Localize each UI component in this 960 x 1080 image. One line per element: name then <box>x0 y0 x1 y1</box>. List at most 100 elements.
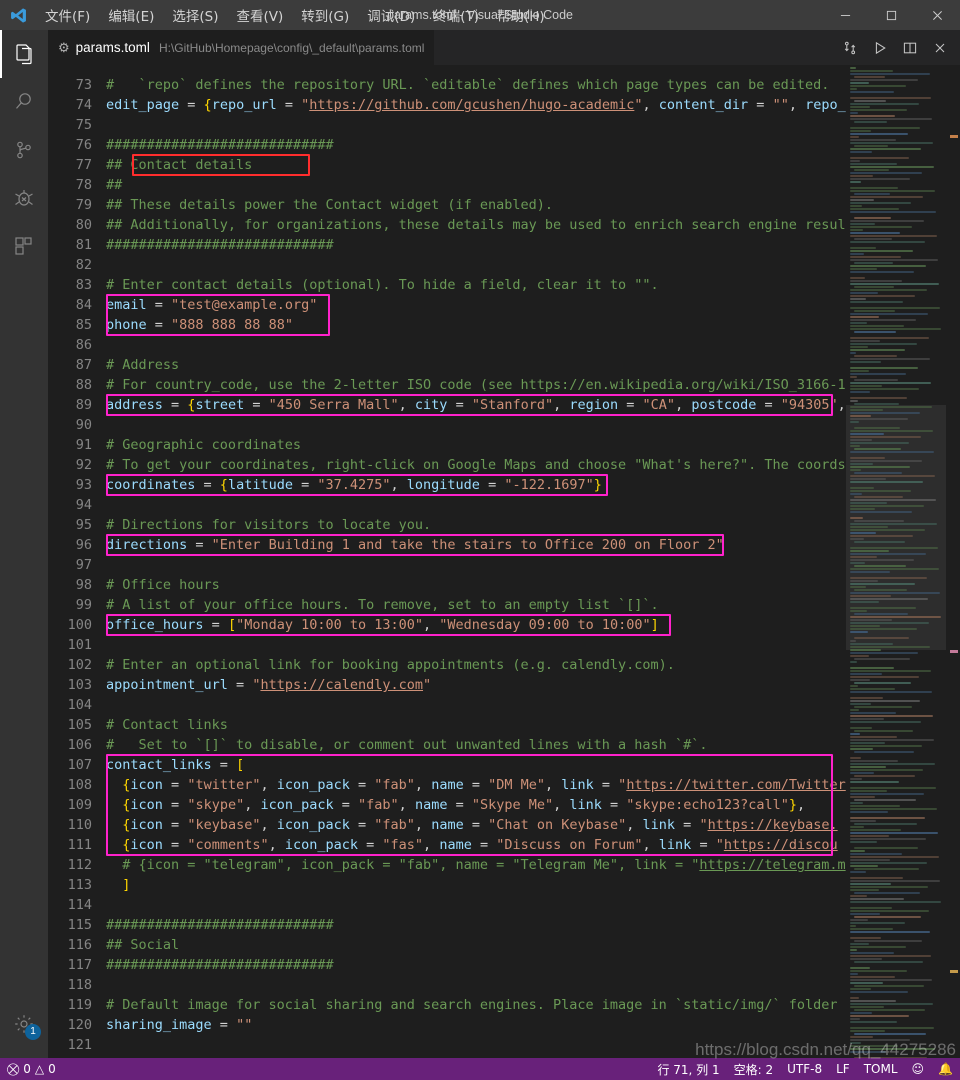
code-line[interactable] <box>106 975 846 995</box>
debug-icon[interactable] <box>0 174 48 222</box>
status-language-mode[interactable]: TOML <box>857 1058 905 1080</box>
minimap-line <box>854 145 888 147</box>
status-indentation[interactable]: 空格: 2 <box>727 1058 781 1080</box>
code-line[interactable]: ############################ <box>106 135 846 155</box>
minimap-line <box>850 616 941 618</box>
code-line[interactable] <box>106 695 846 715</box>
code-line[interactable]: # Enter contact details (optional). To h… <box>106 275 846 295</box>
code-line[interactable]: # Office hours <box>106 575 846 595</box>
split-editor-icon[interactable] <box>896 34 924 62</box>
code-line[interactable]: office_hours = ["Monday 10:00 to 13:00",… <box>106 615 846 635</box>
code-line[interactable]: {icon = "keybase", icon_pack = "fab", na… <box>106 815 846 835</box>
code-line[interactable] <box>106 555 846 575</box>
code-line[interactable]: # Address <box>106 355 846 375</box>
minimap-line <box>850 670 931 672</box>
bell-icon[interactable]: 🔔 <box>931 1058 960 1080</box>
line-number: 96 <box>75 537 92 553</box>
code-line[interactable]: # {icon = "telegram", icon_pack = "fab",… <box>106 855 846 875</box>
menu-goto[interactable]: 转到(G) <box>292 1 358 29</box>
code-line[interactable]: edit_page = {repo_url = "https://github.… <box>106 95 846 115</box>
code-line[interactable]: {icon = "twitter", icon_pack = "fab", na… <box>106 775 846 795</box>
status-cursor-position[interactable]: 行 71, 列 1 <box>650 1058 726 1080</box>
code-line[interactable] <box>106 895 846 915</box>
code-line[interactable]: sharing_image = "" <box>106 1015 846 1035</box>
code-line[interactable]: # `repo` defines the repository URL. `ed… <box>106 75 846 95</box>
code-line[interactable]: ## These details power the Contact widge… <box>106 195 846 215</box>
smiley-icon[interactable]: ☺ <box>905 1058 932 1080</box>
close-editor-icon[interactable] <box>926 34 954 62</box>
explorer-icon[interactable] <box>0 30 48 78</box>
code-line[interactable]: ## Contact details <box>106 155 846 175</box>
menu-selection[interactable]: 选择(S) <box>163 1 227 29</box>
code-line[interactable]: phone = "888 888 88 88" <box>106 315 846 335</box>
code-line[interactable]: ############################ <box>106 955 846 975</box>
extensions-icon[interactable] <box>0 222 48 270</box>
scrollbar-overview-mark <box>950 970 958 973</box>
minimap-line <box>850 175 873 177</box>
status-encoding[interactable]: UTF-8 <box>780 1058 829 1080</box>
code-line[interactable]: ## <box>106 175 846 195</box>
tab-params-toml[interactable]: ⚙ params.toml H:\GitHub\Homepage\config\… <box>48 30 436 65</box>
code-line[interactable]: contact_links = [ <box>106 755 846 775</box>
settings-gear-icon[interactable]: 1 <box>0 1000 48 1048</box>
code-line[interactable]: # To get your coordinates, right-click o… <box>106 455 846 475</box>
code-line[interactable]: # Enter an optional link for booking app… <box>106 655 846 675</box>
code-line[interactable]: directions = "Enter Building 1 and take … <box>106 535 846 555</box>
maximize-button[interactable] <box>868 0 914 30</box>
status-eol[interactable]: LF <box>829 1058 857 1080</box>
code-line[interactable] <box>106 115 846 135</box>
code-text[interactable]: # `repo` defines the repository URL. `ed… <box>106 65 846 1058</box>
code-line[interactable] <box>106 495 846 515</box>
code-line[interactable] <box>106 635 846 655</box>
code-line[interactable]: # A list of your office hours. To remove… <box>106 595 846 615</box>
code-line[interactable]: email = "test@example.org" <box>106 295 846 315</box>
run-play-icon[interactable] <box>866 34 894 62</box>
code-line[interactable]: {icon = "skype", icon_pack = "fab", name… <box>106 795 846 815</box>
minimap[interactable] <box>846 65 946 1058</box>
code-line[interactable]: ## Additionally, for organizations, thes… <box>106 215 846 235</box>
code-line[interactable]: # Contact links <box>106 715 846 735</box>
code-line[interactable]: appointment_url = "https://calendly.com" <box>106 675 846 695</box>
code-line[interactable]: # Directions for visitors to locate you. <box>106 515 846 535</box>
status-problems[interactable]: ⛒ 0 △ 0 <box>0 1058 63 1080</box>
code-line[interactable]: ## Social <box>106 935 846 955</box>
minimap-line <box>850 592 940 594</box>
code-line[interactable]: # Twitter username (without @). Used whe… <box>106 1055 846 1058</box>
code-line[interactable]: # Geographic coordinates <box>106 435 846 455</box>
line-number: 89 <box>75 397 92 413</box>
menu-edit[interactable]: 编辑(E) <box>99 1 163 29</box>
close-button[interactable] <box>914 0 960 30</box>
minimap-line <box>850 229 863 231</box>
menu-view[interactable]: 查看(V) <box>228 1 293 29</box>
code-token: , <box>642 837 659 853</box>
menu-terminal[interactable]: 终端(T) <box>424 1 488 29</box>
code-line[interactable]: {icon = "comments", icon_pack = "fas", n… <box>106 835 846 855</box>
code-line[interactable] <box>106 415 846 435</box>
menu-file[interactable]: 文件(F) <box>36 1 99 29</box>
code-token: , <box>553 797 570 813</box>
code-line[interactable]: ############################ <box>106 915 846 935</box>
minimap-line <box>850 247 876 249</box>
menu-help[interactable]: 帮助(H) <box>488 1 554 29</box>
menu-debug[interactable]: 调试(D) <box>358 1 424 29</box>
code-line[interactable] <box>106 1035 846 1055</box>
code-line[interactable]: # Set to `[]` to disable, or comment out… <box>106 735 846 755</box>
minimize-button[interactable] <box>822 0 868 30</box>
code-line[interactable]: # Default image for social sharing and s… <box>106 995 846 1015</box>
search-icon[interactable] <box>0 78 48 126</box>
code-viewport[interactable]: 73 74 75 76 77 78 79 80 81 82 83 84 85 86 87 88 89 90 91 92… <box>48 65 846 1058</box>
code-line[interactable] <box>106 255 846 275</box>
code-line[interactable]: ] <box>106 875 846 895</box>
source-control-icon[interactable] <box>0 126 48 174</box>
code-token: icon_pack <box>276 817 350 833</box>
code-line[interactable]: # For country_code, use the 2-letter ISO… <box>106 375 846 395</box>
editor-scrollbar[interactable] <box>946 65 960 1058</box>
minimap-line <box>850 595 891 597</box>
code-line[interactable]: coordinates = {latitude = "37.4275", lon… <box>106 475 846 495</box>
split-source-control-icon[interactable] <box>836 34 864 62</box>
code-token: = <box>447 797 472 813</box>
code-line[interactable]: ############################ <box>106 235 846 255</box>
code-line[interactable]: address = {street = "450 Serra Mall", ci… <box>106 395 846 415</box>
code-token: = <box>471 837 497 853</box>
code-line[interactable] <box>106 335 846 355</box>
